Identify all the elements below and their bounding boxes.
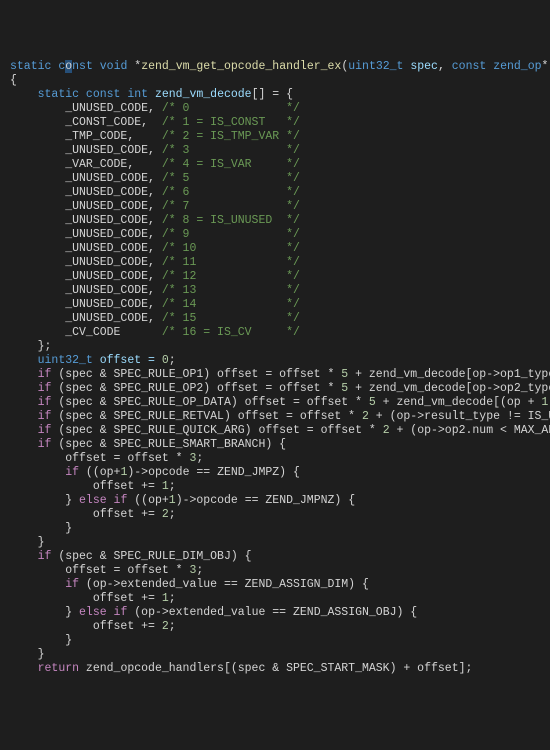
array-entry: _UNUSED_CODE, /* 9 */ — [10, 228, 300, 241]
code-line: if (spec & SPEC_RULE_QUICK_ARG) offset =… — [10, 424, 550, 437]
array-entry: _UNUSED_CODE, /* 12 */ — [10, 270, 300, 283]
code-line: { — [10, 74, 17, 87]
code-line: } else if (op->extended_value == ZEND_AS… — [10, 606, 417, 619]
array-entry: _CONST_CODE, /* 1 = IS_CONST */ — [10, 116, 300, 129]
function-name: zend_vm_get_opcode_handler_ex — [141, 60, 341, 73]
code-line: offset = offset * 3; — [10, 452, 203, 465]
array-entry: _VAR_CODE, /* 4 = IS_VAR */ — [10, 158, 300, 171]
code-line: uint32_t offset = 0; — [10, 354, 176, 367]
code-line: offset += 2; — [10, 620, 176, 633]
code-line: static const int zend_vm_decode[] = { — [10, 88, 293, 101]
code-line: } — [10, 522, 72, 535]
code-line: if (spec & SPEC_RULE_RETVAL) offset = of… — [10, 410, 550, 423]
code-line: if (spec & SPEC_RULE_DIM_OBJ) { — [10, 550, 252, 563]
array-entry: _UNUSED_CODE, /* 15 */ — [10, 312, 300, 325]
code-line: offset += 2; — [10, 508, 176, 521]
code-line: offset += 1; — [10, 592, 176, 605]
code-line: }; — [10, 340, 51, 353]
code-line: offset += 1; — [10, 480, 176, 493]
code-line: } — [10, 634, 72, 647]
array-entry: _UNUSED_CODE, /* 6 */ — [10, 186, 300, 199]
array-entry: _UNUSED_CODE, /* 11 */ — [10, 256, 300, 269]
code-line: if (op->extended_value == ZEND_ASSIGN_DI… — [10, 578, 369, 591]
code-line: static const void *zend_vm_get_opcode_ha… — [10, 60, 550, 73]
code-line: } — [10, 536, 45, 549]
array-entry: _UNUSED_CODE, /* 10 */ — [10, 242, 300, 255]
array-entry: _UNUSED_CODE, /* 8 = IS_UNUSED */ — [10, 214, 300, 227]
code-line: if (spec & SPEC_RULE_SMART_BRANCH) { — [10, 438, 286, 451]
array-entry: _UNUSED_CODE, /* 7 */ — [10, 200, 300, 213]
code-line: offset = offset * 3; — [10, 564, 203, 577]
code-line: if (spec & SPEC_RULE_OP_DATA) offset = o… — [10, 396, 550, 409]
array-entry: _UNUSED_CODE, /* 0 */ — [10, 102, 300, 115]
code-line: if (spec & SPEC_RULE_OP1) offset = offse… — [10, 368, 550, 381]
array-entry: _UNUSED_CODE, /* 5 */ — [10, 172, 300, 185]
code-line: if (spec & SPEC_RULE_OP2) offset = offse… — [10, 382, 550, 395]
code-editor[interactable]: static const void *zend_vm_get_opcode_ha… — [10, 60, 540, 676]
code-line: return zend_opcode_handlers[(spec & SPEC… — [10, 662, 472, 675]
array-entry: _UNUSED_CODE, /* 3 */ — [10, 144, 300, 157]
code-line: } else if ((op+1)->opcode == ZEND_JMPNZ)… — [10, 494, 355, 507]
array-entry: _TMP_CODE, /* 2 = IS_TMP_VAR */ — [10, 130, 300, 143]
code-line: } — [10, 648, 45, 661]
code-line: if ((op+1)->opcode == ZEND_JMPZ) { — [10, 466, 300, 479]
array-entry: _UNUSED_CODE, /* 14 */ — [10, 298, 300, 311]
array-entry: _UNUSED_CODE, /* 13 */ — [10, 284, 300, 297]
array-entry: _CV_CODE /* 16 = IS_CV */ — [10, 326, 300, 339]
